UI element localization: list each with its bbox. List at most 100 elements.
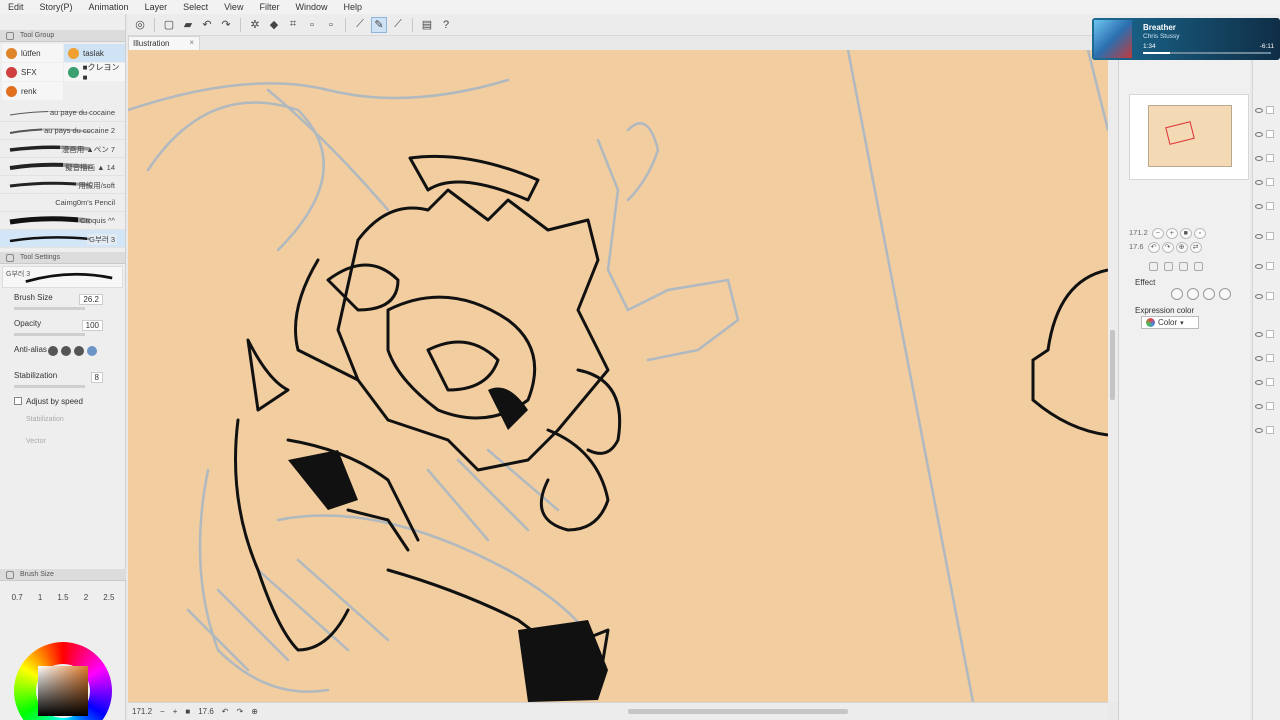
color-wheel[interactable] <box>14 642 112 720</box>
color-square[interactable] <box>38 666 88 716</box>
tool-group-item[interactable]: taslak <box>64 44 125 62</box>
zoom-in-icon[interactable]: + <box>1165 228 1178 239</box>
rotate-right-icon[interactable]: ↷ <box>237 707 244 716</box>
brush-item[interactable]: Croquis ^^ <box>0 212 125 230</box>
eye-icon[interactable] <box>1255 403 1263 409</box>
property-tab-icon[interactable] <box>1179 262 1188 271</box>
undo-icon[interactable]: ↶ <box>199 17 215 33</box>
brush-size-preset[interactable]: 2.5 <box>103 593 114 602</box>
brush-size-preset[interactable]: 2 <box>84 593 88 602</box>
menu-story[interactable]: Story(P) <box>32 2 81 12</box>
eye-icon[interactable] <box>1255 263 1263 269</box>
layer-icon[interactable]: ▤ <box>419 17 435 33</box>
rotate-left-icon[interactable]: ↶ <box>1147 242 1160 253</box>
brush-item[interactable]: Caimg0m's Pencil <box>0 194 125 212</box>
antialias-none[interactable] <box>48 346 58 356</box>
snap-icon[interactable]: ⟋ <box>390 17 406 33</box>
opacity-setting[interactable]: Opacity 100 <box>0 316 125 342</box>
angle-readout[interactable]: 17.6 <box>198 707 214 716</box>
zoom-out-icon[interactable]: − <box>160 707 165 716</box>
loading-icon[interactable]: ✲ <box>247 17 263 33</box>
stabilization-slider[interactable] <box>14 385 85 388</box>
effect-border-icon[interactable] <box>1171 288 1183 300</box>
brush-item[interactable]: 漫画用 ▲ペン 7 <box>0 140 125 158</box>
zoom-readout[interactable]: 171.2 <box>132 707 152 716</box>
eye-icon[interactable] <box>1255 155 1263 161</box>
eye-icon[interactable] <box>1255 203 1263 209</box>
eye-icon[interactable] <box>1255 331 1263 337</box>
tool-group-item[interactable]: renk <box>2 82 63 100</box>
new-file-icon[interactable]: ▢ <box>161 17 177 33</box>
menu-layer[interactable]: Layer <box>137 2 176 12</box>
layer-row[interactable] <box>1255 400 1279 412</box>
tool-group-item[interactable]: SFX <box>2 63 63 81</box>
menu-help[interactable]: Help <box>335 2 370 12</box>
eye-icon[interactable] <box>1255 131 1263 137</box>
vertical-scrollbar[interactable] <box>1108 50 1118 702</box>
layer-row[interactable] <box>1255 424 1279 436</box>
brush-size-slider[interactable] <box>14 307 85 310</box>
zoom-in-icon[interactable]: + <box>173 707 178 716</box>
opacity-slider[interactable] <box>14 333 85 336</box>
eraser-icon[interactable]: ▫ <box>323 17 339 33</box>
stabilization-input[interactable]: 8 <box>90 372 103 383</box>
antialias-options[interactable] <box>48 346 97 356</box>
eye-icon[interactable] <box>1255 427 1263 433</box>
redo-icon[interactable]: ↷ <box>218 17 234 33</box>
adjust-by-speed-row[interactable]: Adjust by speed <box>0 394 125 408</box>
brush-size-input[interactable]: 26.2 <box>79 294 103 305</box>
tool-group-item[interactable]: lütfen <box>2 44 63 62</box>
brush-size-preset[interactable]: 1 <box>38 593 42 602</box>
clear-icon[interactable]: ▫ <box>304 17 320 33</box>
expression-color-select[interactable]: Color ▾ <box>1141 316 1199 329</box>
layer-row[interactable] <box>1255 376 1279 388</box>
close-icon[interactable]: × <box>189 38 194 47</box>
brush-item[interactable]: 用線用/soft <box>0 176 125 194</box>
adjust-by-speed-checkbox[interactable] <box>14 397 22 405</box>
tool-group-item[interactable]: ■クレヨン ■ <box>64 63 125 82</box>
pen-icon[interactable]: ✎ <box>371 16 387 33</box>
property-tab-icon[interactable] <box>1164 262 1173 271</box>
eye-icon[interactable] <box>1255 355 1263 361</box>
navigator-angle-value[interactable]: 17.6 <box>1129 242 1146 253</box>
ruler-icon[interactable]: ⟋ <box>352 17 368 33</box>
brush-size-setting[interactable]: Brush Size 26.2 <box>0 290 125 316</box>
zoom-out-icon[interactable]: − <box>1151 228 1164 239</box>
track-progress-bar[interactable] <box>1143 52 1271 54</box>
menu-animation[interactable]: Animation <box>81 2 137 12</box>
layer-row[interactable] <box>1255 104 1279 116</box>
layer-row[interactable] <box>1255 230 1279 242</box>
navigator-view-frame[interactable] <box>1165 121 1195 145</box>
menu-select[interactable]: Select <box>175 2 216 12</box>
eye-icon[interactable] <box>1255 179 1263 185</box>
antialias-medium[interactable] <box>74 346 84 356</box>
antialias-strong[interactable] <box>87 346 97 356</box>
now-playing-overlay[interactable]: Breather Chris Stussy 1:34 -6:11 <box>1092 18 1280 60</box>
app-icon[interactable]: ◎ <box>132 17 148 33</box>
property-tab-icon[interactable] <box>1149 262 1158 271</box>
property-tab-icon[interactable] <box>1194 262 1203 271</box>
flip-icon[interactable]: ⇄ <box>1189 242 1202 253</box>
fill-icon[interactable]: ◆ <box>266 17 282 33</box>
brush-size-preset[interactable]: 1.5 <box>57 593 68 602</box>
antialias-weak[interactable] <box>61 346 71 356</box>
brush-item-selected[interactable]: G부러 3 <box>0 230 125 248</box>
layer-row[interactable] <box>1255 152 1279 164</box>
brush-item[interactable]: au paye du cocaine <box>0 104 125 122</box>
layer-row[interactable] <box>1255 352 1279 364</box>
opacity-input[interactable]: 100 <box>81 320 103 331</box>
transform-icon[interactable]: ⌗ <box>285 17 301 33</box>
actual-size-icon[interactable]: ▫ <box>1193 228 1206 239</box>
fit-icon[interactable]: ■ <box>185 707 190 716</box>
layer-row[interactable] <box>1255 260 1279 272</box>
layer-row[interactable] <box>1255 176 1279 188</box>
brush-size-preset[interactable]: 0.7 <box>12 593 23 602</box>
menu-edit[interactable]: Edit <box>0 2 32 12</box>
eye-icon[interactable] <box>1255 107 1263 113</box>
menu-view[interactable]: View <box>216 2 251 12</box>
help-icon[interactable]: ? <box>438 17 454 33</box>
effect-tone-icon[interactable] <box>1187 288 1199 300</box>
eye-icon[interactable] <box>1255 379 1263 385</box>
layer-row[interactable] <box>1255 290 1279 302</box>
drawing-canvas[interactable] <box>128 50 1108 702</box>
